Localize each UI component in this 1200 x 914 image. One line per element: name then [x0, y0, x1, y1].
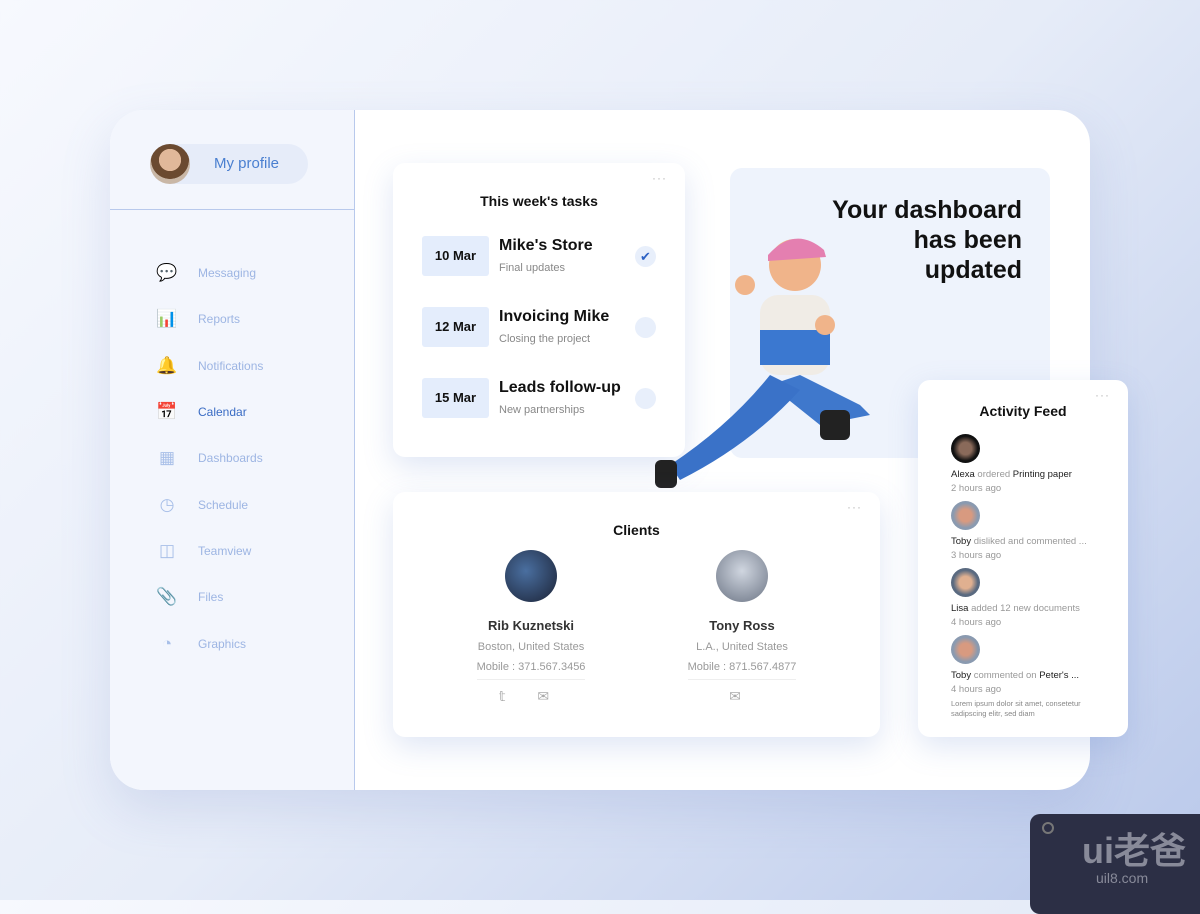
tasks-title: This week's tasks [480, 193, 598, 209]
sidebar-item-label: Teamview [198, 543, 252, 558]
feed-item[interactable]: Alexa ordered Printing paper 2 hours ago [951, 434, 1072, 494]
client-card[interactable]: Tony Ross L.A., United States Mobile : 871… [672, 550, 812, 705]
task-item[interactable]: 15 Mar Leads follow-up New partnerships [422, 378, 662, 418]
user-avatar [951, 501, 980, 530]
user-avatar [951, 434, 980, 463]
chat-icon: 💬 [156, 263, 178, 283]
character-illustration [655, 238, 870, 488]
grid-icon: ▦ [158, 448, 176, 468]
feed-time: 4 hours ago [951, 684, 1002, 695]
contact-icons[interactable]: ✉ [672, 688, 812, 705]
task-name: Mike's Store [499, 237, 593, 254]
task-date: 12 Mar [422, 307, 489, 347]
feed-title: Activity Feed [979, 403, 1067, 419]
task-name: Leads follow-up [499, 379, 621, 396]
sidebar-item-files[interactable]: 📎 Files [156, 574, 263, 620]
divider [110, 209, 355, 210]
activity-feed-card: ··· Activity Feed Alexa ordered Printing… [918, 380, 1128, 737]
avatar [150, 144, 190, 184]
layout-icon: ◫ [158, 540, 176, 560]
paperclip-icon: 📎 [156, 587, 178, 607]
more-icon[interactable]: ··· [847, 500, 862, 514]
client-avatar [505, 550, 557, 602]
sidebar-item-messaging[interactable]: 💬 Messaging [156, 250, 263, 296]
client-name: Tony Ross [709, 618, 775, 633]
bell-icon: 🔔 [156, 355, 178, 375]
sidebar-item-label: Calendar [198, 405, 247, 420]
feed-item[interactable]: Toby disliked and commented ... 3 hours a… [951, 501, 1087, 561]
clients-title: Clients [613, 522, 660, 538]
sidebar-item-label: Messaging [198, 266, 257, 281]
more-icon[interactable]: ··· [1095, 388, 1110, 402]
my-profile-button[interactable]: My profile [150, 144, 308, 184]
task-name: Invoicing Mike [499, 308, 610, 325]
task-subtitle: Closing the project [499, 333, 591, 345]
sidebar-item-label: Graphics [198, 636, 247, 651]
clients-card: ··· Clients Rib Kuznetski Boston, United … [393, 492, 880, 737]
sidebar-item-label: Schedule [198, 497, 249, 512]
sidebar-item-label: Files [198, 590, 224, 605]
pie-chart-icon: ◔ [161, 633, 173, 653]
task-date: 10 Mar [422, 236, 489, 276]
client-mobile: Mobile : 871.567.4877 [687, 661, 797, 673]
task-item[interactable]: 12 Mar Invoicing Mike Closing the project [422, 307, 662, 347]
sidebar-item-reports[interactable]: 📊 Reports [156, 296, 263, 342]
client-card[interactable]: Rib Kuznetski Boston, United States Mobile… [461, 550, 601, 705]
more-icon[interactable]: ··· [652, 171, 667, 185]
sidebar-item-schedule[interactable]: ◷ Schedule [156, 481, 263, 527]
feed-time: 3 hours ago [951, 550, 1002, 561]
feed-item[interactable]: Lisa added 12 new documents 4 hours ago [951, 568, 1080, 628]
client-location: L.A., United States [696, 641, 788, 653]
client-location: Boston, United States [477, 641, 585, 653]
sidebar-nav: 💬 Messaging 📊 Reports 🔔 Notifications 📅 Calenda… [156, 250, 263, 667]
sidebar-item-label: Reports [198, 312, 241, 327]
logo-text: ui老爸 [1082, 830, 1186, 871]
sidebar-item-graphics[interactable]: ◔ Graphics [156, 620, 263, 666]
watermark-logo: ui老爸 uil8.com [1030, 814, 1200, 914]
feed-item[interactable]: Toby commented on Peter's ... 4 hours ago… [951, 635, 1091, 719]
sidebar-item-notifications[interactable]: 🔔 Notifications [156, 343, 263, 389]
calendar-icon: 📅 [156, 402, 178, 422]
contact-icons[interactable]: 𝕥 ✉ [461, 688, 601, 705]
sidebar-item-calendar[interactable]: 📅 Calendar [156, 389, 263, 435]
logo-url: uil8.com [1096, 870, 1149, 886]
sidebar: My profile 💬 Messaging 📊 Reports 🔔 Notificati… [110, 110, 355, 790]
sidebar-item-label: Dashboards [198, 451, 263, 466]
client-avatar [716, 550, 768, 602]
sidebar-item-teamview[interactable]: ◫ Teamview [156, 528, 263, 574]
user-avatar [951, 568, 980, 597]
sidebar-item-dashboards[interactable]: ▦ Dashboards [156, 435, 263, 481]
client-name: Rib Kuznetski [488, 618, 574, 633]
task-date: 15 Mar [422, 378, 489, 418]
profile-label: My profile [214, 155, 280, 172]
feed-time: 2 hours ago [951, 483, 1002, 494]
task-item[interactable]: 10 Mar Mike's Store Final updates ✔ [422, 236, 662, 276]
bar-chart-icon: 📊 [156, 309, 178, 329]
client-mobile: Mobile : 371.567.3456 [476, 661, 586, 673]
sidebar-item-label: Notifications [198, 358, 264, 373]
user-avatar [951, 635, 980, 664]
task-subtitle: New partnerships [499, 404, 585, 416]
feed-time: 4 hours ago [951, 617, 1002, 628]
clock-icon: ◷ [159, 494, 175, 514]
tasks-card: ··· This week's tasks 10 Mar Mike's Store… [393, 163, 685, 457]
feed-note: Lorem ipsum dolor sit amet, consetetur s… [951, 699, 1081, 718]
task-subtitle: Final updates [499, 262, 566, 274]
